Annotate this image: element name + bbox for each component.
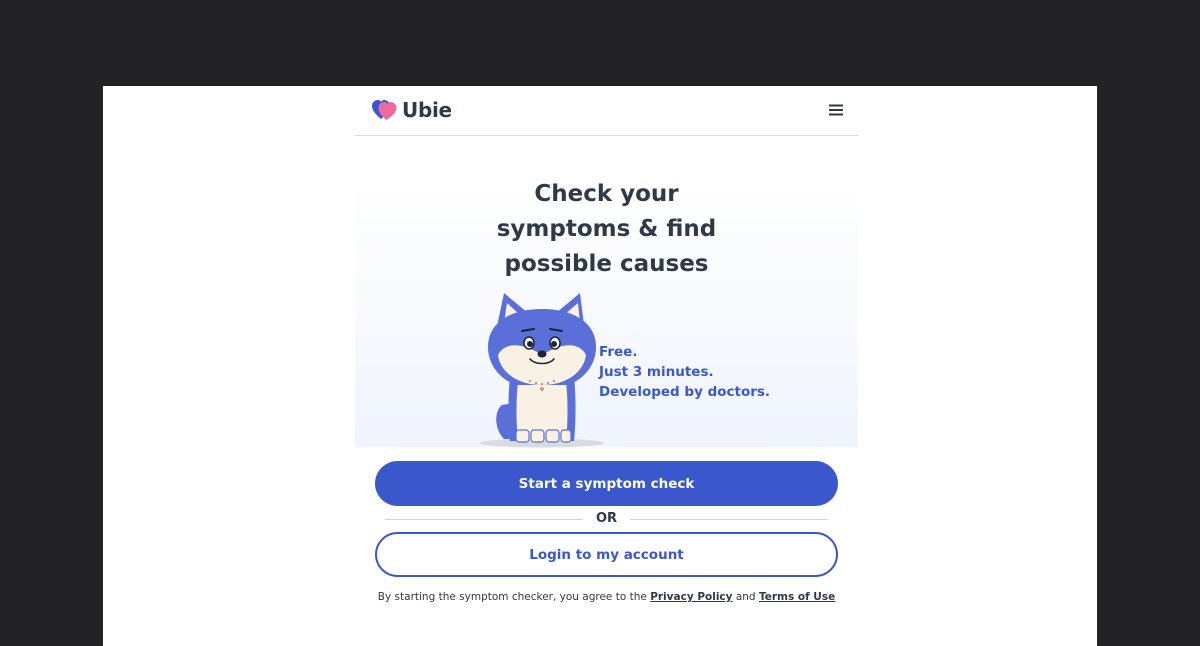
headline-line: Check your [534, 181, 679, 207]
disclaimer-text: By starting the symptom checker, you agr… [377, 591, 647, 603]
browser-viewport: Ubie Check your symptoms & find possible… [103, 86, 1097, 646]
headline-line: symptoms & find [496, 216, 717, 242]
terms-disclaimer: By starting the symptom checker, you agr… [355, 591, 858, 603]
site-header: Ubie [355, 86, 858, 136]
tagline: Free. [599, 344, 638, 360]
tagline: Developed by doctors. [599, 384, 771, 400]
or-divider: OR [385, 509, 828, 529]
divider-line-right [630, 519, 828, 520]
disclaimer-and: and [735, 591, 756, 603]
logo-wordmark: Ubie [402, 98, 452, 122]
hero-taglines: Free. Just 3 minutes. Developed by docto… [599, 342, 770, 402]
dog-mascot-illustration [480, 293, 604, 448]
page-column: Ubie Check your symptoms & find possible… [355, 86, 858, 646]
headline-line: possible causes [504, 251, 709, 277]
privacy-policy-link[interactable]: Privacy Policy [650, 591, 732, 603]
tagline: Just 3 minutes. [599, 364, 714, 380]
login-button[interactable]: Login to my account [375, 532, 838, 577]
start-symptom-check-button[interactable]: Start a symptom check [375, 461, 838, 506]
ubie-logo[interactable]: Ubie [371, 98, 452, 122]
hero-headline: Check your symptoms & find possible caus… [355, 177, 858, 282]
terms-of-use-link[interactable]: Terms of Use [759, 591, 835, 603]
heart-logo-icon [372, 100, 397, 120]
menu-button[interactable] [826, 100, 846, 120]
hamburger-menu-icon [829, 104, 843, 116]
